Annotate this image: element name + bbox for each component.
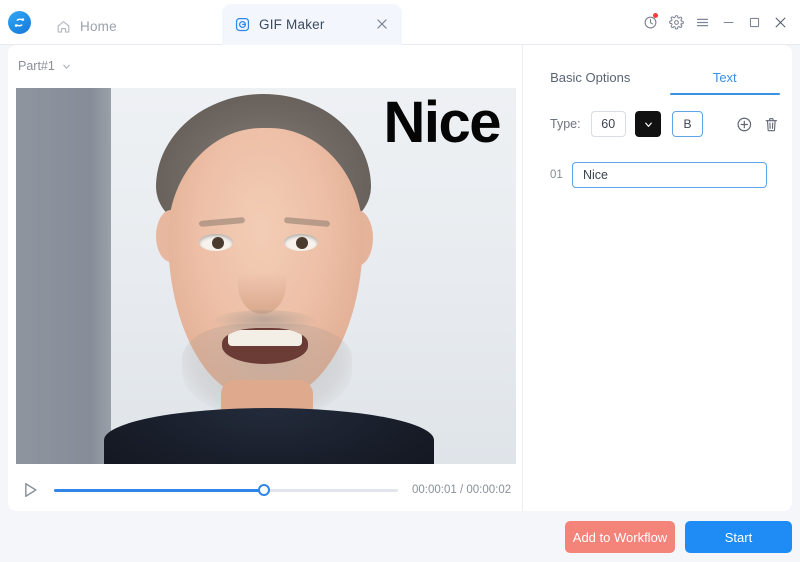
- gear-glyph: [668, 14, 684, 29]
- close-window-icon[interactable]: [768, 11, 792, 33]
- overlay-text: Nice: [383, 90, 501, 155]
- type-label: Type:: [550, 117, 581, 131]
- history-icon[interactable]: [638, 11, 662, 33]
- font-size-input[interactable]: 60: [590, 111, 626, 137]
- start-button[interactable]: Start: [685, 521, 792, 553]
- tab-basic-options[interactable]: Basic Options: [523, 59, 658, 95]
- font-size-value: 60: [601, 117, 616, 131]
- tab-gif-maker[interactable]: GIF Maker: [222, 4, 402, 45]
- chevron-down-icon: [63, 64, 70, 69]
- progress-fill: [54, 489, 264, 492]
- app-logo-icon: [8, 11, 31, 34]
- tab-text[interactable]: Text: [658, 59, 793, 95]
- text-item-input[interactable]: [572, 162, 767, 188]
- maximize-icon[interactable]: [742, 11, 766, 33]
- chevron-down-icon: [644, 122, 652, 127]
- subject-nose: [238, 256, 286, 314]
- app-logo-glyph: [14, 18, 25, 27]
- text-type-row: Type: 60 B: [550, 110, 780, 138]
- add-to-workflow-button[interactable]: Add to Workflow: [565, 521, 675, 553]
- main-card: Part#1 Nice 00:00:01 / 00:00:02 Basic Op…: [8, 45, 792, 511]
- video-preview[interactable]: Nice: [16, 88, 516, 464]
- text-item-row: 01: [550, 161, 782, 189]
- minimize-icon[interactable]: [716, 11, 740, 33]
- close-icon[interactable]: [375, 17, 389, 31]
- subject-teeth: [228, 330, 302, 346]
- tab-active-indicator: [669, 93, 780, 95]
- tab-basic-options-label: Basic Options: [550, 69, 631, 85]
- bold-button-label: B: [683, 117, 692, 131]
- text-color-picker[interactable]: [634, 111, 662, 137]
- title-bar: Home GIF Maker: [0, 0, 800, 45]
- menu-hamburger-icon[interactable]: [690, 11, 714, 33]
- home-icon: [57, 20, 70, 33]
- close-window-glyph: [775, 17, 785, 27]
- subject-shirt: [104, 408, 434, 464]
- plus-circle-icon[interactable]: [736, 116, 753, 133]
- home-tab[interactable]: Home: [44, 8, 129, 44]
- part-selector[interactable]: Part#1: [18, 59, 72, 73]
- text-item-index: 01: [550, 169, 563, 181]
- part-selector-label: Part#1: [18, 59, 55, 73]
- minimize-glyph: [723, 21, 733, 23]
- gif-maker-icon: [235, 17, 250, 32]
- notification-badge: [653, 13, 658, 18]
- panel-tabs: Basic Options Text: [523, 59, 792, 95]
- home-tab-label: Home: [80, 18, 117, 34]
- timeline-bar: 00:00:01 / 00:00:02: [16, 477, 516, 503]
- window-controls: [638, 11, 792, 33]
- tab-gif-maker-label: GIF Maker: [259, 17, 325, 32]
- bold-button[interactable]: B: [672, 111, 703, 137]
- maximize-glyph: [749, 17, 759, 27]
- progress-slider[interactable]: [54, 483, 398, 497]
- subject-mouth: [222, 328, 308, 364]
- play-icon[interactable]: [20, 480, 40, 500]
- subject-pupil-right: [296, 237, 308, 249]
- tab-text-label: Text: [712, 69, 737, 85]
- options-panel: Basic Options Text Type: 60 B 01 Nice: [523, 45, 792, 511]
- time-display: 00:00:01 / 00:00:02: [412, 484, 512, 496]
- trash-icon[interactable]: [763, 116, 780, 133]
- progress-thumb[interactable]: [257, 484, 270, 496]
- hamburger-glyph: [696, 18, 708, 26]
- subject-pupil-left: [212, 237, 224, 249]
- settings-gear-icon[interactable]: [664, 11, 688, 33]
